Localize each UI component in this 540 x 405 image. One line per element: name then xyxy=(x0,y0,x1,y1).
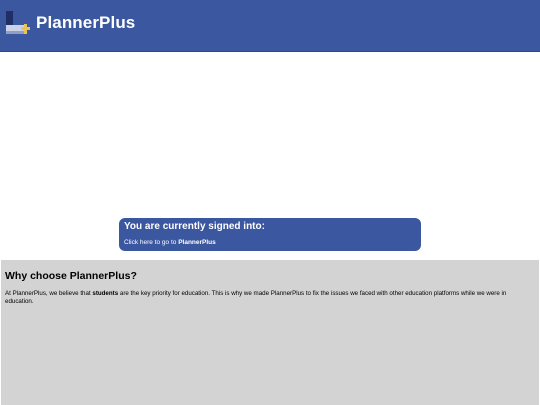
go-to-planner-link[interactable]: Click here to go to PlannerPlus xyxy=(124,239,216,247)
planner-plus-logo-icon[interactable] xyxy=(6,11,32,35)
signed-in-card: You are currently signed into: Click her… xyxy=(119,218,421,251)
body-part-1: At PlannerPlus, we believe that xyxy=(5,290,93,297)
signed-in-title: You are currently signed into: xyxy=(124,221,265,232)
brand-title[interactable]: PlannerPlus xyxy=(36,13,135,33)
why-body: At PlannerPlus, we believe that students… xyxy=(5,290,533,306)
why-title: Why choose PlannerPlus? xyxy=(5,270,137,282)
header-bar: PlannerPlus xyxy=(0,0,540,52)
body-bold: students xyxy=(92,290,119,297)
why-choose-section: Why choose PlannerPlus? At PlannerPlus, … xyxy=(1,260,539,405)
link-target-text: PlannerPlus xyxy=(178,239,216,246)
link-prefix-text: Click here to go to xyxy=(124,239,179,246)
